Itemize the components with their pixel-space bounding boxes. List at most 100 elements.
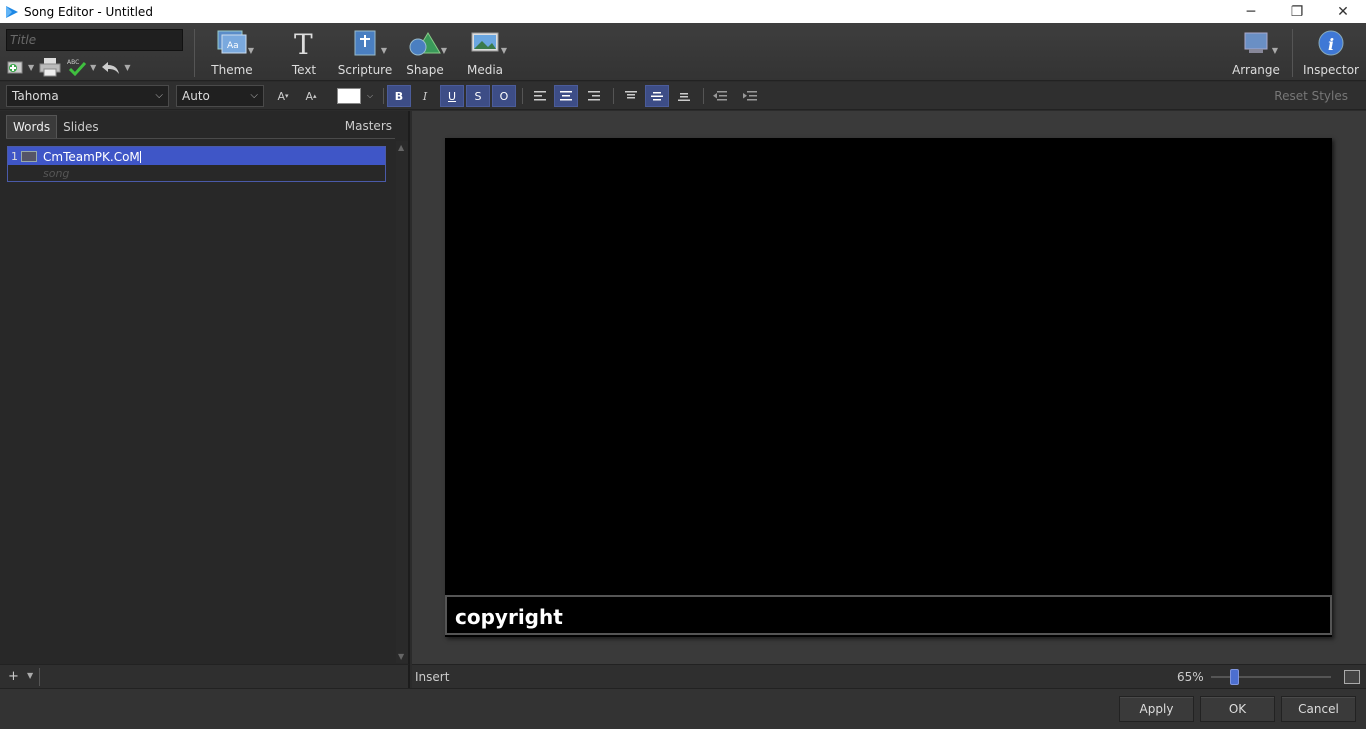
toolbar-separator xyxy=(194,29,195,77)
scroll-up-icon[interactable]: ▲ xyxy=(398,143,404,152)
tab-divider xyxy=(6,138,395,139)
align-center-icon xyxy=(560,91,572,101)
underline-button[interactable]: U xyxy=(440,85,464,107)
chevron-down-icon: ⌵ xyxy=(366,91,374,100)
arrange-icon xyxy=(1244,32,1268,53)
undo-icon xyxy=(102,62,120,74)
cancel-button[interactable]: Cancel xyxy=(1281,696,1356,722)
spellcheck-icon: ABC xyxy=(67,59,87,77)
slide-text: CmTeamPK.CoM xyxy=(43,150,140,164)
scripture-label: Scripture xyxy=(337,63,393,77)
chevron-down-icon: ▼ xyxy=(500,46,507,55)
align-right-icon xyxy=(588,91,600,101)
chevron-down-icon: ▼ xyxy=(124,62,131,72)
new-slide-button[interactable]: ▼ xyxy=(6,57,34,77)
printer-icon xyxy=(39,58,61,77)
fit-to-window-icon[interactable] xyxy=(1344,670,1360,684)
inspector-button[interactable]: i Inspector xyxy=(1301,29,1361,79)
words-scrollbar[interactable]: ▲ ▼ xyxy=(396,141,408,663)
copyright-text: copyright xyxy=(455,605,563,629)
canvas-status-bar: Insert 65% xyxy=(412,664,1366,688)
align-top-button[interactable] xyxy=(619,85,643,107)
font-size-value: Auto xyxy=(182,89,210,103)
chevron-down-icon: ▼ xyxy=(247,46,254,55)
font-family-value: Tahoma xyxy=(12,89,59,103)
scripture-button[interactable]: ▼ Scripture xyxy=(335,29,395,79)
slide-text-editor[interactable]: CmTeamPK.CoM xyxy=(43,150,141,164)
text-button[interactable]: T Text xyxy=(274,29,334,79)
chevron-down-icon: ▼ xyxy=(380,46,387,55)
slide-thumbnail-icon xyxy=(21,151,37,162)
media-button[interactable]: ▼ Media xyxy=(455,29,515,79)
bold-button[interactable]: B xyxy=(387,85,411,107)
add-slide-icon xyxy=(7,61,23,74)
align-middle-button[interactable] xyxy=(645,85,669,107)
close-button[interactable]: ✕ xyxy=(1320,0,1366,23)
outline-button[interactable]: O xyxy=(492,85,516,107)
align-top-icon xyxy=(625,91,637,99)
align-center-button[interactable] xyxy=(554,85,578,107)
restore-button[interactable]: ❐ xyxy=(1274,0,1320,23)
theme-button[interactable]: Aa ▼ Theme xyxy=(202,29,262,79)
window-title: Song Editor - Untitled xyxy=(24,4,153,19)
undo-button[interactable]: ▼ xyxy=(100,57,130,77)
zoom-level-label: 65% xyxy=(1177,670,1204,684)
window-titlebar: Song Editor - Untitled ─ ❐ ✕ xyxy=(0,0,1366,23)
slide-preview-area: copyright xyxy=(412,111,1366,664)
decrease-font-label: A xyxy=(277,89,285,103)
increase-indent-button[interactable] xyxy=(738,85,762,107)
svg-text:ABC: ABC xyxy=(67,59,79,66)
outdent-icon xyxy=(713,91,727,101)
add-slide-button[interactable]: + xyxy=(8,669,19,684)
align-right-button[interactable] xyxy=(582,85,606,107)
tab-masters[interactable]: Masters xyxy=(345,119,392,133)
shapes-icon xyxy=(409,32,441,56)
tab-words[interactable]: Words xyxy=(6,115,58,138)
reset-styles-button[interactable]: Reset Styles xyxy=(1274,89,1348,103)
song-title-input[interactable] xyxy=(6,29,183,51)
slide-list-item[interactable]: 1 CmTeamPK.CoM song xyxy=(7,146,386,182)
shape-button[interactable]: ▼ Shape xyxy=(395,29,455,79)
spellcheck-button[interactable]: ABC ▼ xyxy=(66,57,96,77)
toolbar-separator xyxy=(1292,29,1293,77)
format-separator xyxy=(703,88,704,104)
format-toolbar: Tahoma ⌵ Auto ⌵ A ▾ A ▴ ⌵ B I U S O Rese… xyxy=(0,82,1366,110)
svg-text:T: T xyxy=(294,29,313,57)
decrease-font-size-button[interactable]: A ▾ xyxy=(271,85,295,107)
minimize-button[interactable]: ─ xyxy=(1228,0,1274,23)
chevron-down-icon: ⌵ xyxy=(155,90,163,101)
inspector-label: Inspector xyxy=(1303,63,1359,77)
font-family-select[interactable]: Tahoma ⌵ xyxy=(6,85,169,107)
zoom-slider[interactable] xyxy=(1211,676,1331,678)
print-button[interactable] xyxy=(38,57,62,77)
copyright-textbox[interactable]: copyright xyxy=(445,595,1332,635)
app-logo-icon xyxy=(6,5,18,18)
scroll-down-icon[interactable]: ▼ xyxy=(398,652,404,661)
words-status-bar: + ▼ xyxy=(0,664,410,688)
tab-slides[interactable]: Slides xyxy=(57,115,105,138)
shape-label: Shape xyxy=(406,63,444,77)
apply-button[interactable]: Apply xyxy=(1119,696,1194,722)
decrease-indent-button[interactable] xyxy=(708,85,732,107)
chevron-down-icon: ▼ xyxy=(90,62,97,72)
words-panel: Words Slides Masters 1 CmTeamPK.CoM song… xyxy=(0,111,410,664)
arrange-button[interactable]: ▼ Arrange xyxy=(1226,29,1286,79)
strikethrough-button[interactable]: S xyxy=(466,85,490,107)
text-icon: T xyxy=(294,29,313,57)
zoom-slider-thumb[interactable] xyxy=(1230,669,1239,685)
slide-canvas[interactable]: copyright xyxy=(445,138,1332,637)
chevron-down-icon[interactable]: ▼ xyxy=(27,671,33,680)
slide-number: 1 xyxy=(11,150,18,163)
increase-font-size-button[interactable]: A ▴ xyxy=(299,85,323,107)
info-icon: i xyxy=(1318,30,1344,56)
svg-text:i: i xyxy=(1328,35,1334,54)
font-size-select[interactable]: Auto ⌵ xyxy=(176,85,264,107)
ok-button[interactable]: OK xyxy=(1200,696,1275,722)
main-toolbar: ▼ ABC ▼ ▼ xyxy=(0,23,1366,81)
text-color-picker[interactable]: ⌵ xyxy=(331,85,379,107)
align-bottom-icon xyxy=(678,93,690,101)
align-left-button[interactable] xyxy=(528,85,552,107)
media-icon xyxy=(471,32,499,52)
align-bottom-button[interactable] xyxy=(672,85,696,107)
italic-button[interactable]: I xyxy=(413,85,437,107)
